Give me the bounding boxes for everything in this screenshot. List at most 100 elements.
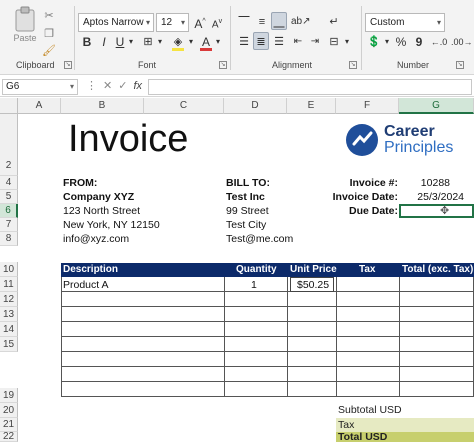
- bill-to-label: BILL TO:: [226, 177, 270, 189]
- cell-cursor-icon: ✥: [440, 205, 450, 217]
- fill-color-bar: [172, 48, 184, 51]
- table-row[interactable]: [61, 292, 474, 307]
- column-header-b[interactable]: B: [61, 98, 144, 114]
- row-header-4[interactable]: 4: [0, 176, 18, 190]
- format-painter-icon[interactable]: 🖌: [42, 42, 56, 60]
- font-size-combo[interactable]: 12 ▾: [156, 13, 189, 32]
- fill-color-button[interactable]: ◈: [170, 33, 186, 51]
- table-row[interactable]: [61, 367, 474, 382]
- cancel-icon[interactable]: ✕: [103, 80, 118, 92]
- active-cell-g6[interactable]: [399, 204, 474, 218]
- chevron-down-icon[interactable]: ▾: [127, 33, 135, 51]
- column-header-a[interactable]: A: [18, 98, 61, 114]
- grow-font-button[interactable]: A^: [193, 13, 207, 31]
- number-launcher-icon[interactable]: ↘: [456, 61, 464, 69]
- comma-style-button[interactable]: 9: [413, 33, 425, 51]
- increase-decimal-icon[interactable]: ←.0: [430, 33, 448, 51]
- table-row[interactable]: [61, 382, 474, 397]
- row-header-5[interactable]: 5: [0, 190, 18, 204]
- align-right-icon[interactable]: ☰: [271, 33, 287, 51]
- table-row[interactable]: [61, 352, 474, 367]
- separator: [74, 6, 75, 70]
- table-row[interactable]: [61, 307, 474, 322]
- font-name-combo[interactable]: Aptos Narrow ▾: [78, 13, 154, 32]
- chevron-down-icon[interactable]: ▾: [187, 33, 195, 51]
- chevron-down-icon: ▾: [436, 18, 441, 27]
- row-header-20[interactable]: 20: [0, 403, 18, 418]
- row-header-11[interactable]: 11: [0, 277, 18, 292]
- formula-bar-icons: ⋮✕✓fx: [86, 79, 142, 92]
- row-header-22[interactable]: 22: [0, 432, 18, 442]
- increase-indent-icon[interactable]: ⇥: [308, 33, 322, 51]
- fill-color-icon: ◈: [173, 36, 183, 48]
- row-header-14[interactable]: 14: [0, 322, 18, 337]
- font-color-button[interactable]: A: [199, 33, 213, 51]
- bill-to-company: Test Inc: [226, 191, 265, 203]
- paste-button[interactable]: Paste: [10, 6, 40, 52]
- column-header-c[interactable]: C: [144, 98, 224, 114]
- alignment-launcher-icon[interactable]: ↘: [349, 61, 357, 69]
- select-all-corner[interactable]: [0, 98, 18, 114]
- row-header-15[interactable]: 15: [0, 337, 18, 352]
- total-label: Total USD: [338, 431, 388, 442]
- copy-icon[interactable]: ❐: [42, 25, 56, 43]
- row-header-10[interactable]: 10: [0, 262, 18, 277]
- column-header-e[interactable]: E: [287, 98, 336, 114]
- insert-function-icon[interactable]: fx: [133, 80, 142, 92]
- name-box-value: G6: [6, 81, 20, 92]
- formula-input[interactable]: [148, 79, 472, 95]
- header-unit-price: Unit Price: [290, 264, 337, 275]
- merge-center-icon[interactable]: ⊟: [326, 33, 342, 51]
- shrink-font-button[interactable]: Av: [210, 13, 224, 31]
- table-row[interactable]: [61, 337, 474, 352]
- table-row[interactable]: [61, 322, 474, 337]
- row-header-19[interactable]: 19: [0, 388, 18, 403]
- align-middle-icon[interactable]: ≡: [254, 13, 270, 31]
- cut-icon[interactable]: ✂: [42, 7, 56, 25]
- underline-button[interactable]: U: [114, 33, 126, 51]
- borders-icon[interactable]: ⊞: [141, 33, 155, 51]
- row-header-12[interactable]: 12: [0, 292, 18, 307]
- invoice-number-label: Invoice #:: [349, 177, 398, 189]
- align-center-icon[interactable]: ≣: [253, 32, 269, 50]
- column-header-d[interactable]: D: [224, 98, 287, 114]
- decrease-indent-icon[interactable]: ⇤: [291, 33, 305, 51]
- header-description: Description: [63, 264, 119, 275]
- chevron-down-icon[interactable]: ▾: [343, 33, 351, 51]
- italic-button[interactable]: I: [98, 33, 110, 51]
- font-launcher-icon[interactable]: ↘: [219, 61, 227, 69]
- font-size-value: 12: [161, 17, 173, 28]
- bold-button[interactable]: B: [80, 33, 94, 51]
- row-header-13[interactable]: 13: [0, 307, 18, 322]
- column-header-f[interactable]: F: [336, 98, 399, 114]
- more-icon: ⋮: [86, 80, 103, 92]
- enter-icon[interactable]: ✓: [118, 80, 133, 92]
- percent-button[interactable]: %: [394, 33, 408, 51]
- chevron-down-icon[interactable]: ▾: [383, 33, 391, 51]
- row-header-2[interactable]: 2: [0, 114, 18, 176]
- number-format-combo[interactable]: Custom ▾: [365, 13, 445, 32]
- bill-to-email: Test@me.com: [226, 233, 294, 245]
- orientation-icon[interactable]: ab↗: [291, 13, 311, 31]
- chevron-down-icon[interactable]: ▾: [214, 33, 222, 51]
- logo-line-2: Principles: [384, 139, 454, 156]
- chevron-down-icon[interactable]: ▾: [156, 33, 164, 51]
- font-color-bar: [200, 48, 212, 51]
- align-top-icon[interactable]: ⎺: [236, 13, 252, 31]
- font-group-label: Font: [138, 60, 157, 70]
- row-header-8[interactable]: 8: [0, 232, 18, 246]
- align-left-icon[interactable]: ☰: [236, 33, 252, 51]
- clipboard-launcher-icon[interactable]: ↘: [64, 61, 72, 69]
- separator: [230, 6, 231, 70]
- currency-icon[interactable]: 💲: [366, 33, 382, 51]
- column-header-g[interactable]: G: [399, 98, 474, 114]
- chevron-down-icon: ▾: [180, 18, 185, 27]
- name-box[interactable]: G6 ▾: [2, 79, 78, 95]
- row-header-6[interactable]: 6: [0, 204, 18, 218]
- row-header-21[interactable]: 21: [0, 418, 18, 432]
- align-bottom-icon[interactable]: ⎽: [271, 12, 287, 30]
- table-row[interactable]: [61, 277, 474, 292]
- row-header-7[interactable]: 7: [0, 218, 18, 232]
- wrap-text-icon[interactable]: ↵: [326, 13, 342, 31]
- decrease-decimal-icon[interactable]: .00→: [451, 33, 473, 51]
